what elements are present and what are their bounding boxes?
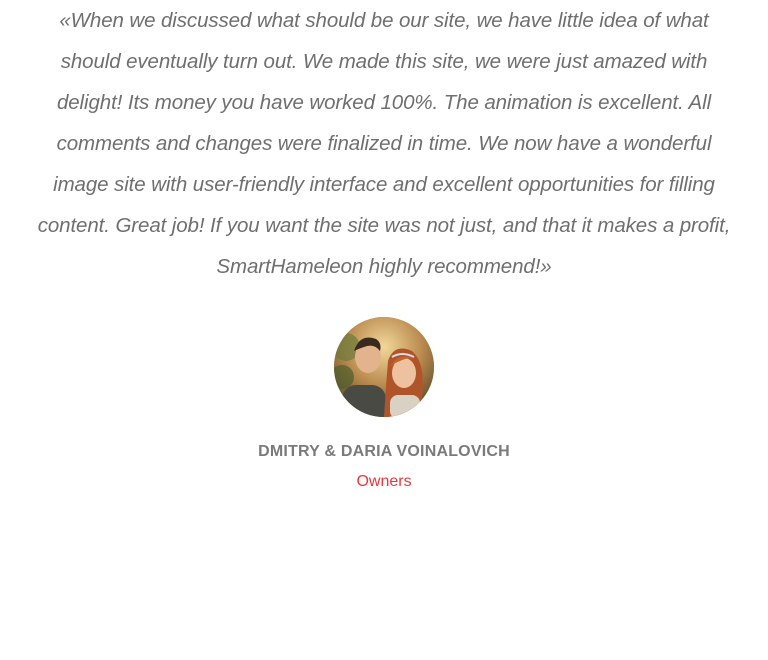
author-avatar: [334, 317, 434, 417]
quote-line: content. Great job! If you want the site…: [37, 214, 731, 237]
quote-line: delight! Its money you have worked 100%.…: [56, 91, 712, 114]
quote-line: SmartHameleon highly recommend!»: [216, 255, 552, 278]
quote-line: should eventually turn out. We made this…: [60, 50, 708, 73]
testimonial-block: «When we discussed what should be our si…: [0, 0, 768, 660]
quote-line: «When we discussed what should be our si…: [59, 9, 709, 32]
couple-photo-icon: [334, 317, 434, 417]
author-role: Owners: [356, 473, 412, 490]
testimonial-quote: «When we discussed what should be our si…: [0, 0, 768, 287]
quote-line: comments and changes were finalized in t…: [56, 132, 712, 155]
author-name: DMITRY & DARIA VOINALOVICH: [258, 443, 510, 460]
quote-line: image site with user-friendly interface …: [53, 173, 715, 196]
